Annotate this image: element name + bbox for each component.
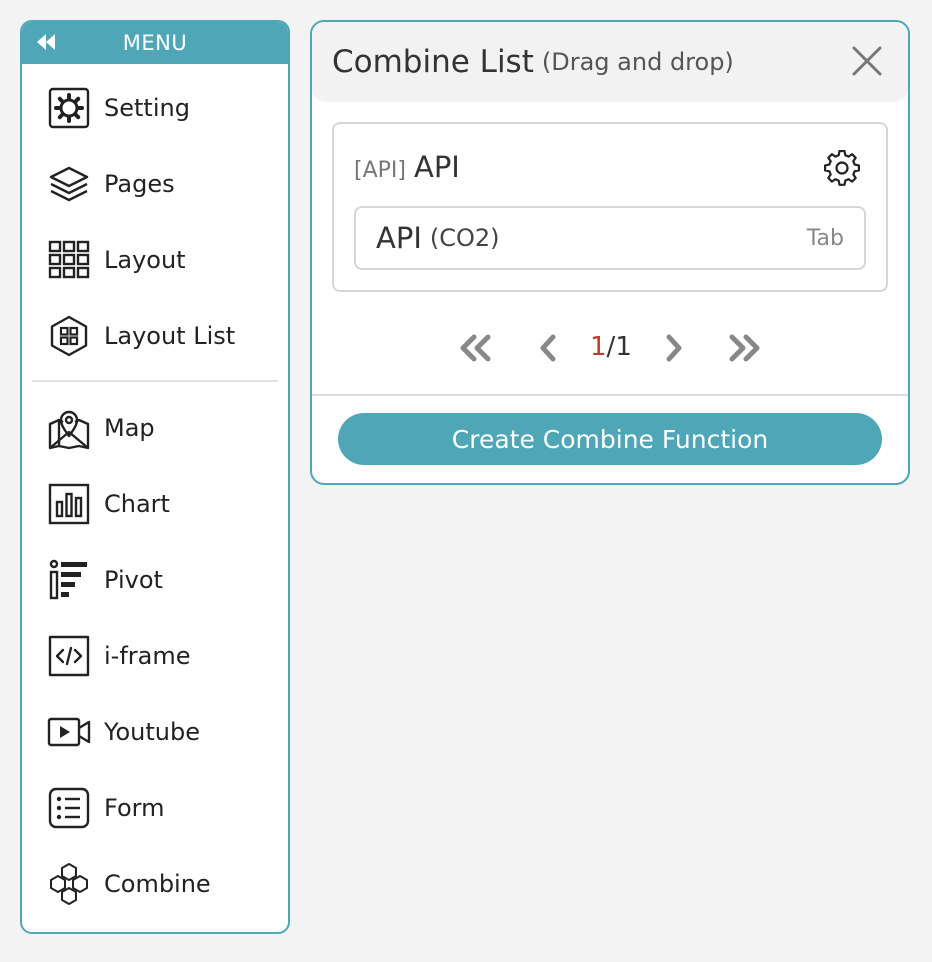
panel-subtitle: (Drag and drop) bbox=[541, 48, 734, 76]
menu-item-label: Pivot bbox=[104, 566, 163, 594]
api-card: [API] API API (CO2) Tab bbox=[332, 122, 888, 292]
panel-title: Combine List bbox=[332, 44, 534, 80]
menu-item-combine[interactable]: Combine bbox=[22, 846, 288, 922]
api-name: API bbox=[413, 150, 460, 184]
menu-item-label: i-frame bbox=[104, 642, 191, 670]
menu-title: MENU bbox=[122, 31, 188, 55]
total-pages: 1 bbox=[615, 332, 632, 362]
grid-icon bbox=[46, 237, 92, 283]
next-page-icon[interactable] bbox=[664, 332, 684, 364]
pagination: 1/1 bbox=[312, 328, 908, 368]
gear-icon[interactable] bbox=[824, 149, 860, 186]
api-draggable-item[interactable]: API (CO2) Tab bbox=[354, 206, 866, 270]
panel-header: Combine List (Drag and drop) bbox=[312, 22, 908, 102]
first-page-icon[interactable] bbox=[458, 332, 494, 364]
menu-divider bbox=[32, 380, 278, 382]
combine-list-panel: Combine List (Drag and drop) [API] API A… bbox=[310, 20, 910, 485]
current-page: 1 bbox=[590, 332, 607, 362]
menu-item-label: Form bbox=[104, 794, 165, 822]
map-pin-icon bbox=[46, 405, 92, 451]
hexagons-icon bbox=[46, 861, 92, 907]
form-list-icon bbox=[46, 785, 92, 831]
menu-item-layout[interactable]: Layout bbox=[22, 222, 288, 298]
menu-item-layout-list[interactable]: Layout List bbox=[22, 298, 288, 374]
code-icon bbox=[46, 633, 92, 679]
last-page-icon[interactable] bbox=[726, 332, 762, 364]
menu-item-pages[interactable]: Pages bbox=[22, 146, 288, 222]
menu-item-label: Map bbox=[104, 414, 155, 442]
page-indicator: 1/1 bbox=[590, 332, 632, 362]
menu-header: MENU bbox=[22, 22, 288, 64]
close-icon[interactable] bbox=[850, 44, 884, 78]
menu-item-label: Combine bbox=[104, 870, 211, 898]
collapse-menu-icon[interactable] bbox=[34, 30, 58, 54]
menu-item-label: Setting bbox=[104, 94, 190, 122]
menu-item-chart[interactable]: Chart bbox=[22, 466, 288, 542]
api-item-name: API bbox=[376, 221, 422, 255]
menu-item-label: Youtube bbox=[104, 718, 200, 746]
sidebar-menu: MENU Setting Pages Layout Layout List Ma… bbox=[20, 20, 290, 934]
menu-item-pivot[interactable]: Pivot bbox=[22, 542, 288, 618]
menu-item-label: Layout bbox=[104, 246, 186, 274]
layers-icon bbox=[46, 161, 92, 207]
pivot-icon bbox=[46, 557, 92, 603]
prev-page-icon[interactable] bbox=[538, 332, 558, 364]
panel-divider bbox=[312, 394, 908, 396]
menu-item-form[interactable]: Form bbox=[22, 770, 288, 846]
menu-item-label: Chart bbox=[104, 490, 170, 518]
menu-item-setting[interactable]: Setting bbox=[22, 70, 288, 146]
api-item-sub: (CO2) bbox=[429, 224, 500, 252]
bar-chart-icon bbox=[46, 481, 92, 527]
page-separator: / bbox=[606, 332, 616, 362]
video-icon bbox=[46, 709, 92, 755]
menu-item-iframe[interactable]: i-frame bbox=[22, 618, 288, 694]
menu-item-map[interactable]: Map bbox=[22, 390, 288, 466]
create-combine-function-button[interactable]: Create Combine Function bbox=[338, 413, 882, 465]
api-card-header: [API] API bbox=[354, 150, 460, 184]
api-item-tab-label: Tab bbox=[806, 225, 844, 251]
api-tag: [API] bbox=[354, 158, 406, 183]
menu-item-youtube[interactable]: Youtube bbox=[22, 694, 288, 770]
menu-item-label: Layout List bbox=[104, 322, 236, 350]
hexagon-grid-icon bbox=[46, 313, 92, 359]
gear-icon bbox=[46, 85, 92, 131]
menu-item-label: Pages bbox=[104, 170, 175, 198]
